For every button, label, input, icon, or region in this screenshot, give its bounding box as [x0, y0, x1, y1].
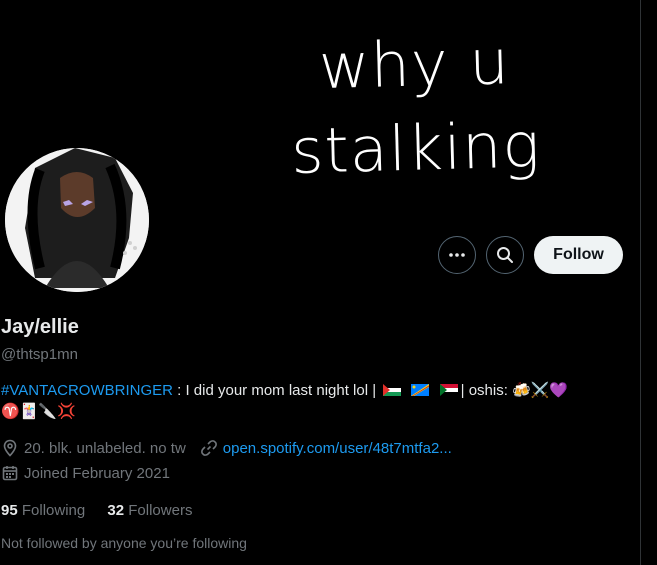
- not-followed-notice: Not followed by anyone you’re following: [1, 535, 247, 551]
- banner-handwritten-text: why u stalking: [288, 18, 592, 194]
- bio-text: : I did your mom last night lol |: [172, 382, 377, 399]
- following-link[interactable]: 95 Following: [1, 502, 85, 519]
- profile-location: 20. blk. unlabeled. no tw: [24, 439, 186, 457]
- profile-meta-row: 20. blk. unlabeled. no tw open.spotify.c…: [1, 439, 452, 457]
- banner-line-2: stalking: [290, 108, 542, 188]
- followers-link[interactable]: 32 Followers: [107, 502, 192, 519]
- bio-emojis-line-2: ♈🃏🔪💢: [1, 403, 76, 420]
- profile-website-link[interactable]: open.spotify.com/user/48t7mtfa2...: [223, 440, 452, 457]
- search-icon: [497, 247, 513, 263]
- avatar-image: [5, 148, 149, 292]
- bio-emojis-line-1: 🍻⚔️💜: [512, 382, 569, 399]
- search-button[interactable]: [486, 236, 524, 274]
- followers-label: Followers: [128, 502, 193, 519]
- more-button[interactable]: [438, 236, 476, 274]
- bio-oshis-text: | oshis:: [460, 382, 513, 399]
- following-label: Following: [21, 502, 86, 519]
- link-icon: [200, 440, 217, 456]
- more-dots-icon: [449, 253, 465, 257]
- following-count: 95: [1, 502, 18, 519]
- follow-button-label: Follow: [553, 246, 604, 263]
- sudan-flag-icon: [439, 384, 458, 396]
- profile-name: Jay/ellie: [1, 316, 79, 338]
- calendar-icon: [2, 466, 18, 481]
- column-divider: [640, 0, 641, 565]
- congo-flag-icon: [411, 384, 430, 396]
- location-pin-icon: [3, 439, 17, 457]
- profile-joined-row: Joined February 2021: [1, 464, 170, 482]
- profile-bio: #VANTACROWBRINGER : I did your mom last …: [1, 380, 631, 422]
- follow-button[interactable]: Follow: [534, 236, 623, 274]
- follow-stats: 95 Following 32 Followers: [1, 502, 192, 519]
- followers-count: 32: [107, 502, 125, 519]
- profile-avatar[interactable]: [3, 146, 151, 294]
- profile-joined-date: Joined February 2021: [24, 464, 170, 482]
- profile-handle: @thtsp1mn: [1, 346, 78, 363]
- bio-hashtag-link[interactable]: #VANTACROWBRINGER: [1, 382, 173, 399]
- palestine-flag-icon: [383, 384, 402, 396]
- banner-line-1: why u: [317, 25, 511, 104]
